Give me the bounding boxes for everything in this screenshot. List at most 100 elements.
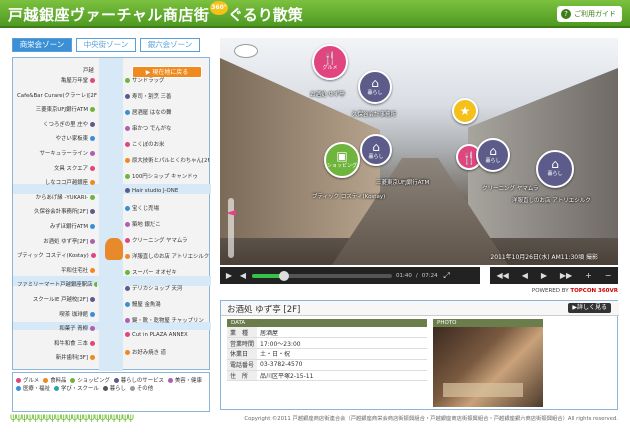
map-shop-left[interactable]: 久保谷会計事務所[2F]: [17, 207, 97, 215]
more-details-button[interactable]: ▶詳しく見る: [568, 303, 611, 313]
pin-caption: クリーニング ヤマムラ: [482, 186, 539, 192]
site-footer: ψψψψψψψψψψψψψψψψψψψψψψ Copyright ©2011 戸…: [0, 412, 630, 435]
progress-bar[interactable]: [252, 270, 392, 281]
powered-by: POWERED BY TOPCON 360VR: [531, 288, 618, 294]
map-shop-left[interactable]: 新井歯科[3F]: [17, 353, 97, 361]
info-key: 住 所: [227, 370, 257, 382]
pin-star[interactable]: ★: [452, 98, 478, 124]
compass-icon[interactable]: [234, 44, 258, 58]
map-shop-right[interactable]: 串かつ でんがな: [125, 124, 209, 132]
map-shop-left[interactable]: 喫茶 珈琲館: [17, 310, 97, 318]
map-shop-label: しなココ戸越銀座: [44, 180, 88, 187]
pin-living[interactable]: ⌂ 暮らし: [536, 150, 574, 188]
site-title[interactable]: 戸越銀座ヴァーチャル商店街: [8, 4, 209, 25]
map-shop-left[interactable]: みずほ銀行ATM: [17, 222, 97, 230]
forward-icon[interactable]: ▶▶: [560, 271, 572, 280]
map-shop-right[interactable]: Cut in PLAZA ANNEX: [125, 332, 209, 338]
map-shop-right[interactable]: Hair studio J-ONE: [125, 188, 209, 194]
panorama-viewer[interactable]: 🍴 グルメ お酒処 ゆず亭 ⌂ 暮らし 久保谷会計事務所 ⌂ 暮らし 三菱東京UFJ銀…: [220, 38, 618, 265]
info-key: 休業日: [227, 348, 257, 360]
legend-dot-icon: [43, 378, 49, 383]
map-shop-right[interactable]: 居酒屋 はなの舞: [125, 108, 209, 116]
legend-item: ショッピング: [70, 376, 110, 384]
map-shop-left[interactable]: 亀屋万年堂: [17, 76, 97, 84]
map-shop-right[interactable]: 洋服直しのお店 アトリエシルク: [125, 252, 209, 260]
pin-living[interactable]: ⌂ 暮らし: [360, 134, 392, 166]
map-shop-left[interactable]: やさい家板東: [17, 134, 97, 142]
map-shop-left[interactable]: 和牛和食 三本: [17, 339, 97, 347]
info-key: 電話番号: [227, 359, 257, 371]
map-shop-right[interactable]: 宝くじ売場: [125, 204, 209, 212]
map-shop-left[interactable]: ブティック コスティ(Kostay): [17, 251, 97, 259]
map-shop-left[interactable]: 三菱東京UFJ銀行ATM: [17, 105, 97, 113]
info-row: 業 種居酒屋: [227, 327, 427, 339]
map-shop-right[interactable]: 原大技術とパルとくわちゃん[2F]: [125, 156, 209, 164]
map-shop-right[interactable]: こくぼのお米: [125, 140, 209, 148]
volume-icon[interactable]: ◀: [238, 271, 248, 280]
map-shop-left[interactable]: ファミリーマート戸越銀座駅店: [17, 280, 97, 288]
map-shop-left[interactable]: サーキュラーライン: [17, 149, 97, 157]
progress-knob[interactable]: [279, 270, 290, 281]
site-header: 戸越銀座ヴァーチャル商店街 360° ぐるり散策 ? ご利用ガイド: [0, 0, 630, 28]
map-shop-label: サンドラッグ: [132, 78, 165, 84]
map-shop-right[interactable]: 鰻屋 金魚湯: [125, 300, 209, 308]
map-shop-right[interactable]: 鍵・靴・乾物屋 チャップリン: [125, 316, 209, 324]
guide-button[interactable]: ? ご利用ガイド: [557, 6, 622, 22]
shop-detail-panel: お酒処 ゆず亭 [2F] ▶詳しく見る DATA PHOTO 業 種居酒屋 営業時…: [220, 300, 619, 410]
map-shop-right[interactable]: 100円ショップ キャンドゥ: [125, 172, 209, 180]
copyright: Copyright ©2011 戸越銀座商店街連合会（戸越銀座商栄会商店街振興組…: [244, 416, 618, 422]
map-shop-left[interactable]: からあげ縁 -YUKARI-: [17, 193, 97, 201]
pin-shopping[interactable]: ▣ ショッピング: [324, 142, 360, 178]
map-shop-right[interactable]: 寿司・割烹 三善: [125, 92, 209, 100]
map-shop-right[interactable]: デリカショップ 天河: [125, 284, 209, 292]
map-shop-right[interactable]: スーパー オオゼキ: [125, 268, 209, 276]
map-shop-left[interactable]: 和菓子 青柳: [17, 324, 97, 332]
map-shop-label: デリカショップ 天河: [132, 286, 183, 292]
pin-caption: お酒処 ゆず亭: [310, 92, 345, 98]
category-dot-icon: [90, 194, 95, 200]
map-shop-left[interactable]: くつろぎの里 庄や: [17, 120, 97, 128]
map-shop-left[interactable]: しなココ戸越銀座: [17, 178, 97, 186]
map-shop-label: 築地 銀だこ: [132, 222, 161, 228]
map-shop-right[interactable]: 築地 銀だこ: [125, 220, 209, 228]
category-dot-icon: [125, 270, 130, 275]
pin-living[interactable]: ⌂ 暮らし: [476, 138, 510, 172]
step-forward-icon[interactable]: ▶: [541, 271, 547, 280]
pin-living[interactable]: ⌂ 暮らし: [358, 70, 392, 104]
tab-chuogai[interactable]: 中央街ゾーン: [76, 38, 136, 52]
step-back-icon[interactable]: ◀: [522, 271, 528, 280]
legend-dot-icon: [113, 378, 119, 383]
map-shop-left[interactable]: 文具 スクエア: [17, 164, 97, 172]
map-shop-right[interactable]: お好み焼き 道: [125, 348, 209, 356]
pin-gourmet[interactable]: 🍴 グルメ: [312, 44, 348, 80]
category-dot-icon: [125, 174, 130, 179]
fullscreen-icon[interactable]: ⤢: [442, 271, 452, 281]
position-timeline[interactable]: [226, 198, 236, 258]
map-shop-left[interactable]: Cafe&Bar Curare(クラーレ)[2F]: [17, 91, 97, 99]
map-shop-left[interactable]: 平和住宅社: [17, 266, 97, 274]
info-row: 電話番号 03-3782-4570: [227, 359, 427, 371]
timeline-marker[interactable]: [226, 210, 236, 216]
map-shop-label: 平和住宅社: [61, 267, 88, 274]
map-shop-left[interactable]: スクールIE 戸越校[2F]: [17, 295, 97, 303]
tab-shoeikai[interactable]: 商栄会ゾーン: [12, 38, 72, 52]
category-dot-icon: [125, 126, 130, 131]
map-shop-label: 亀屋万年堂: [61, 78, 88, 84]
play-icon[interactable]: ▶: [224, 271, 234, 280]
map-shop-right[interactable]: サンドラッグ: [125, 76, 209, 84]
info-key: 営業時間: [227, 337, 257, 350]
pin-caption: ブティック コスティ(Kostay): [312, 194, 386, 200]
category-dot-icon: [125, 94, 130, 99]
tab-ginrokukai[interactable]: 銀六会ゾーン: [140, 38, 200, 52]
rewind-icon[interactable]: ◀◀: [496, 271, 508, 280]
map-shop-label: 鍵・靴・乾物屋 チャップリン: [132, 318, 204, 324]
map-shop-left[interactable]: お酒処 ゆず亭[2F]: [17, 237, 97, 245]
legend-item: 暮らし: [102, 384, 126, 392]
shop-name: お酒処 ゆず亭 [2F]: [227, 305, 301, 315]
map-shop-right[interactable]: クリーニング ヤマムラ: [125, 236, 209, 244]
photo-header: PHOTO: [433, 319, 543, 327]
map-top-label: 戸越: [83, 68, 94, 74]
zoom-in-icon[interactable]: +: [585, 271, 592, 280]
data-header: DATA: [227, 319, 427, 327]
zoom-out-icon[interactable]: −: [605, 271, 612, 280]
